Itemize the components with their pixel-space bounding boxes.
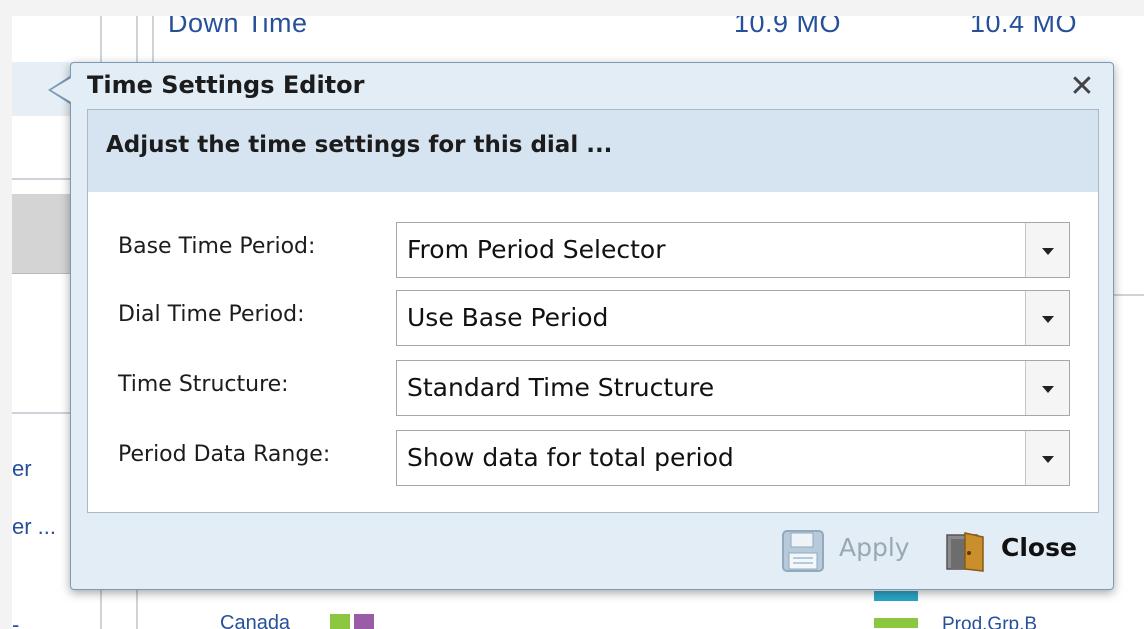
legend-item-label: Prod.Grp.B (942, 614, 1038, 629)
dialog-pointer-fill (51, 78, 71, 102)
dialog-instructions: Adjust the time settings for this dial .… (106, 132, 613, 158)
chart-bar-green (330, 614, 350, 629)
apply-label: Apply (839, 533, 910, 562)
select-value: Show data for total period (407, 443, 734, 472)
close-button[interactable]: Close (943, 529, 1077, 572)
apply-button[interactable]: Apply (781, 529, 915, 572)
dialog-header-band: Adjust the time settings for this dial .… (88, 110, 1098, 192)
floppy-disk-icon (781, 529, 827, 573)
chart-bar-purple (354, 614, 374, 629)
sidebar-link[interactable]: er ... (12, 514, 56, 540)
down-time-value-2: 10.4 MO (970, 16, 1078, 38)
time-structure-select[interactable]: Standard Time Structure (396, 360, 1070, 416)
chevron-down-icon (1042, 386, 1054, 393)
base-time-period-select[interactable]: From Period Selector (396, 222, 1070, 278)
down-time-label: Down Time (168, 16, 308, 38)
select-value: From Period Selector (407, 235, 666, 264)
time-settings-dialog: Time Settings Editor ✕ Adjust the time s… (70, 62, 1114, 590)
dial-time-period-label: Dial Time Period: (118, 302, 305, 327)
dropdown-button[interactable] (1025, 361, 1069, 415)
dialog-title: Time Settings Editor (87, 71, 365, 99)
grid-divider (152, 16, 154, 66)
time-structure-label: Time Structure: (118, 372, 289, 397)
dropdown-button[interactable] (1025, 431, 1069, 485)
chevron-down-icon (1042, 316, 1054, 323)
chart-category-label: Canada (220, 612, 291, 629)
grid-divider (1112, 294, 1144, 296)
period-data-range-label: Period Data Range: (118, 442, 331, 467)
down-time-value-1: 10.9 MO (734, 16, 842, 38)
dial-time-period-select[interactable]: Use Base Period (396, 290, 1070, 346)
dropdown-button[interactable] (1025, 291, 1069, 345)
legend-swatch-green (874, 618, 918, 628)
dropdown-button[interactable] (1025, 223, 1069, 277)
period-data-range-select[interactable]: Show data for total period (396, 430, 1070, 486)
select-value: Use Base Period (407, 303, 609, 332)
chevron-down-icon (1042, 456, 1054, 463)
dialog-body: Adjust the time settings for this dial .… (87, 109, 1099, 513)
close-label: Close (1001, 533, 1077, 562)
legend-swatch-teal (874, 591, 918, 601)
select-value: Standard Time Structure (407, 373, 715, 402)
close-icon[interactable]: ✕ (1067, 71, 1097, 105)
chevron-down-icon (1042, 248, 1054, 255)
base-time-period-label: Base Time Period: (118, 234, 316, 259)
sidebar-link[interactable]: er (12, 456, 32, 482)
door-icon (943, 529, 989, 573)
sidebar-link[interactable]: - (12, 612, 19, 629)
